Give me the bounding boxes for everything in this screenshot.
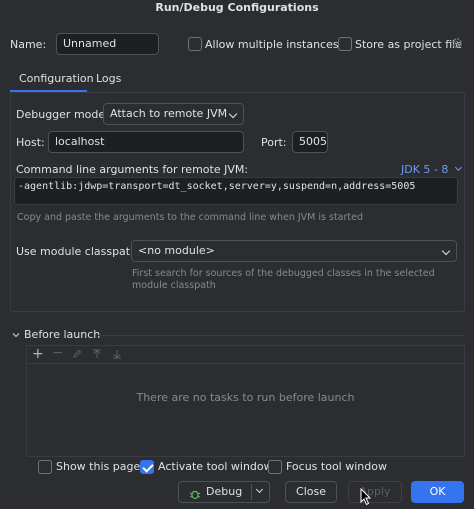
- cmdline-field[interactable]: -agentlib:jdwp=transport=dt_socket,serve…: [14, 177, 458, 205]
- mouse-cursor-icon: [360, 487, 372, 506]
- debug-bug-icon: [189, 487, 201, 500]
- name-label: Name:: [10, 38, 47, 51]
- allow-multiple-label: Allow multiple instances: [205, 38, 339, 51]
- jdk-version-selector[interactable]: JDK 5 - 8: [401, 163, 462, 176]
- debugger-mode-select[interactable]: Attach to remote JVM: [103, 103, 244, 125]
- before-launch-divider: [98, 335, 465, 336]
- debugger-mode-label: Debugger mode:: [16, 108, 109, 121]
- focus-tool-label: Focus tool window: [286, 460, 387, 473]
- tab-configuration[interactable]: Configuration: [19, 72, 94, 85]
- chevron-down-icon: [454, 163, 462, 172]
- ok-button[interactable]: OK: [411, 481, 464, 503]
- debug-label: Debug: [206, 485, 243, 498]
- classpath-value: <no module>: [138, 244, 215, 257]
- move-up-icon[interactable]: [92, 348, 102, 362]
- plus-icon[interactable]: +: [32, 346, 44, 362]
- close-button[interactable]: Close: [285, 481, 337, 503]
- debugger-mode-value: Attach to remote JVM: [110, 107, 228, 120]
- edit-icon[interactable]: [72, 348, 82, 362]
- allow-multiple-checkbox[interactable]: [188, 37, 202, 51]
- before-launch-toolbar: + −: [27, 345, 464, 364]
- before-launch-empty-text: There are no tasks to run before launch: [136, 391, 355, 404]
- dialog-title: Run/Debug Configurations: [155, 1, 319, 14]
- jdk-version-label: JDK 5 - 8: [401, 163, 449, 176]
- classpath-label: Use module classpath:: [16, 245, 141, 258]
- gear-icon[interactable]: [451, 37, 463, 49]
- minus-icon[interactable]: −: [52, 345, 64, 361]
- debug-split-divider: [251, 484, 252, 500]
- classpath-hint-line2: module classpath: [132, 280, 216, 291]
- store-as-file-label: Store as project file: [355, 38, 462, 51]
- apply-button[interactable]: Apply: [348, 481, 402, 503]
- cmdline-value: -agentlib:jdwp=transport=dt_socket,serve…: [18, 181, 416, 192]
- before-launch-panel: + − There are no tasks to run before lau…: [26, 345, 465, 457]
- port-input[interactable]: 5005: [292, 131, 328, 153]
- chevron-down-icon: [228, 109, 238, 119]
- show-page-label: Show this page: [56, 460, 141, 473]
- host-input[interactable]: localhost: [48, 131, 244, 153]
- tab-logs[interactable]: Logs: [96, 72, 121, 85]
- before-launch-title: Before launch: [24, 328, 101, 341]
- debug-button[interactable]: Debug: [178, 481, 270, 503]
- classpath-select[interactable]: <no module>: [131, 240, 457, 262]
- host-label: Host:: [16, 136, 45, 149]
- name-input[interactable]: Unnamed: [56, 33, 159, 55]
- chevron-down-icon[interactable]: [255, 485, 264, 494]
- cmdline-label: Command line arguments for remote JVM:: [16, 163, 249, 176]
- collapse-chevron-icon[interactable]: [11, 330, 21, 340]
- focus-tool-checkbox[interactable]: [268, 460, 282, 474]
- chevron-down-icon: [441, 246, 451, 256]
- store-as-file-checkbox[interactable]: [338, 37, 352, 51]
- activate-tool-checkbox[interactable]: [140, 460, 154, 474]
- activate-tool-label: Activate tool window: [158, 460, 273, 473]
- show-page-checkbox[interactable]: [38, 460, 52, 474]
- cmdline-hint: Copy and paste the arguments to the comm…: [17, 212, 364, 223]
- move-down-icon[interactable]: [112, 348, 122, 362]
- port-label: Port:: [261, 136, 287, 149]
